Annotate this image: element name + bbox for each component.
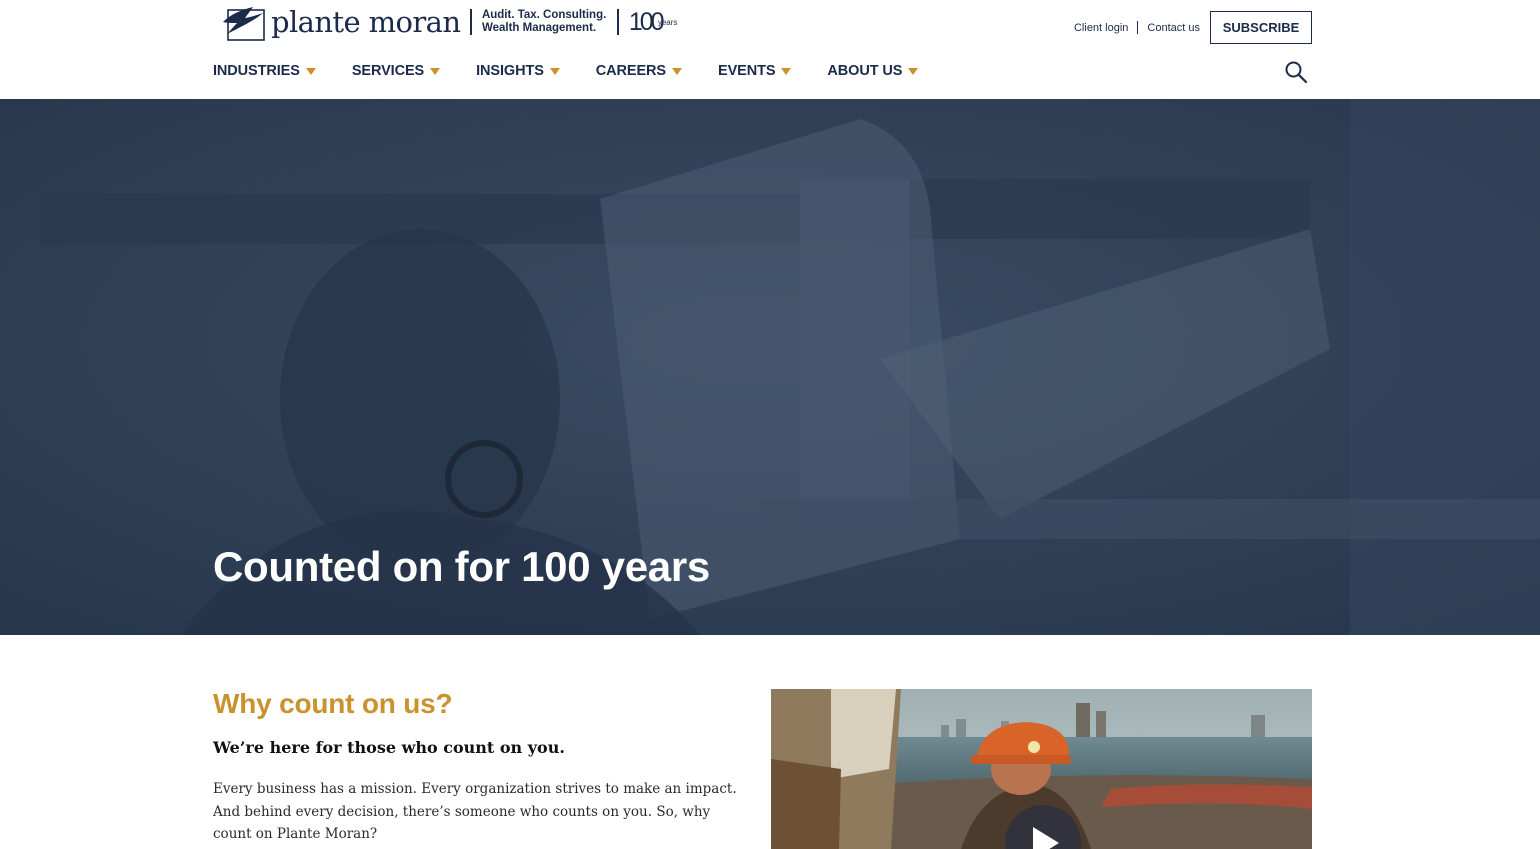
logo-divider-2 <box>617 9 619 35</box>
nav-item-events[interactable]: EVENTS <box>718 63 792 79</box>
nav-item-services[interactable]: SERVICES <box>351 63 441 79</box>
nav-item-industries[interactable]: INDUSTRIES <box>213 63 316 79</box>
nav-label: ABOUT US <box>827 63 903 79</box>
caret-down-icon <box>672 68 682 75</box>
hero-title: Counted on for 100 years <box>213 543 710 590</box>
tagline-line-1: Audit. Tax. Consulting. <box>481 9 607 21</box>
site-header: plante moran Audit. Tax. Consulting. Wea… <box>0 0 1540 99</box>
search-icon[interactable] <box>1284 60 1308 84</box>
nav-label: EVENTS <box>718 63 776 79</box>
contact-us-link[interactable]: Contact us <box>1147 22 1200 34</box>
client-login-link[interactable]: Client login <box>1074 22 1128 34</box>
plante-moran-logo-mark <box>223 6 265 41</box>
nav-label: SERVICES <box>351 63 425 79</box>
main-nav: INDUSTRIES SERVICES INSIGHTS CAREERS EVE… <box>213 63 954 79</box>
hero-banner: Counted on for 100 years <box>0 99 1540 635</box>
utility-divider <box>1137 21 1139 34</box>
why-heading: Why count on us? <box>213 688 453 719</box>
tagline-line-2: Wealth Management. <box>481 22 597 34</box>
caret-down-icon <box>430 68 441 75</box>
nav-item-about-us[interactable]: ABOUT US <box>827 63 919 79</box>
subscribe-button[interactable]: SUBSCRIBE <box>1210 11 1312 44</box>
why-body-text: Every business has a mission. Every orga… <box>213 781 737 842</box>
caret-down-icon <box>549 68 560 75</box>
nav-item-insights[interactable]: INSIGHTS <box>476 63 560 79</box>
anniversary-number: 100 <box>628 8 665 36</box>
utility-links: Client login Contact us SUBSCRIBE <box>1074 11 1312 44</box>
logo-wordmark: plante moran <box>271 4 461 39</box>
caret-down-icon <box>781 68 792 75</box>
anniversary-badge: 100 years <box>629 7 683 37</box>
play-icon[interactable] <box>1003 803 1083 849</box>
site-logo[interactable]: plante moran Audit. Tax. Consulting. Wea… <box>221 3 683 41</box>
video-player[interactable] <box>771 689 1312 849</box>
caret-down-icon <box>305 68 316 75</box>
nav-label: INDUSTRIES <box>213 63 300 79</box>
nav-label: INSIGHTS <box>476 63 544 79</box>
why-subheading: We’re here for those who count on you. <box>213 738 565 757</box>
logo-divider <box>470 9 472 35</box>
nav-item-careers[interactable]: CAREERS <box>596 63 682 79</box>
logo-tagline: Audit. Tax. Consulting. Wealth Managemen… <box>482 9 606 35</box>
caret-down-icon <box>908 68 919 75</box>
nav-label: CAREERS <box>595 63 666 79</box>
anniversary-word: years <box>657 18 678 27</box>
